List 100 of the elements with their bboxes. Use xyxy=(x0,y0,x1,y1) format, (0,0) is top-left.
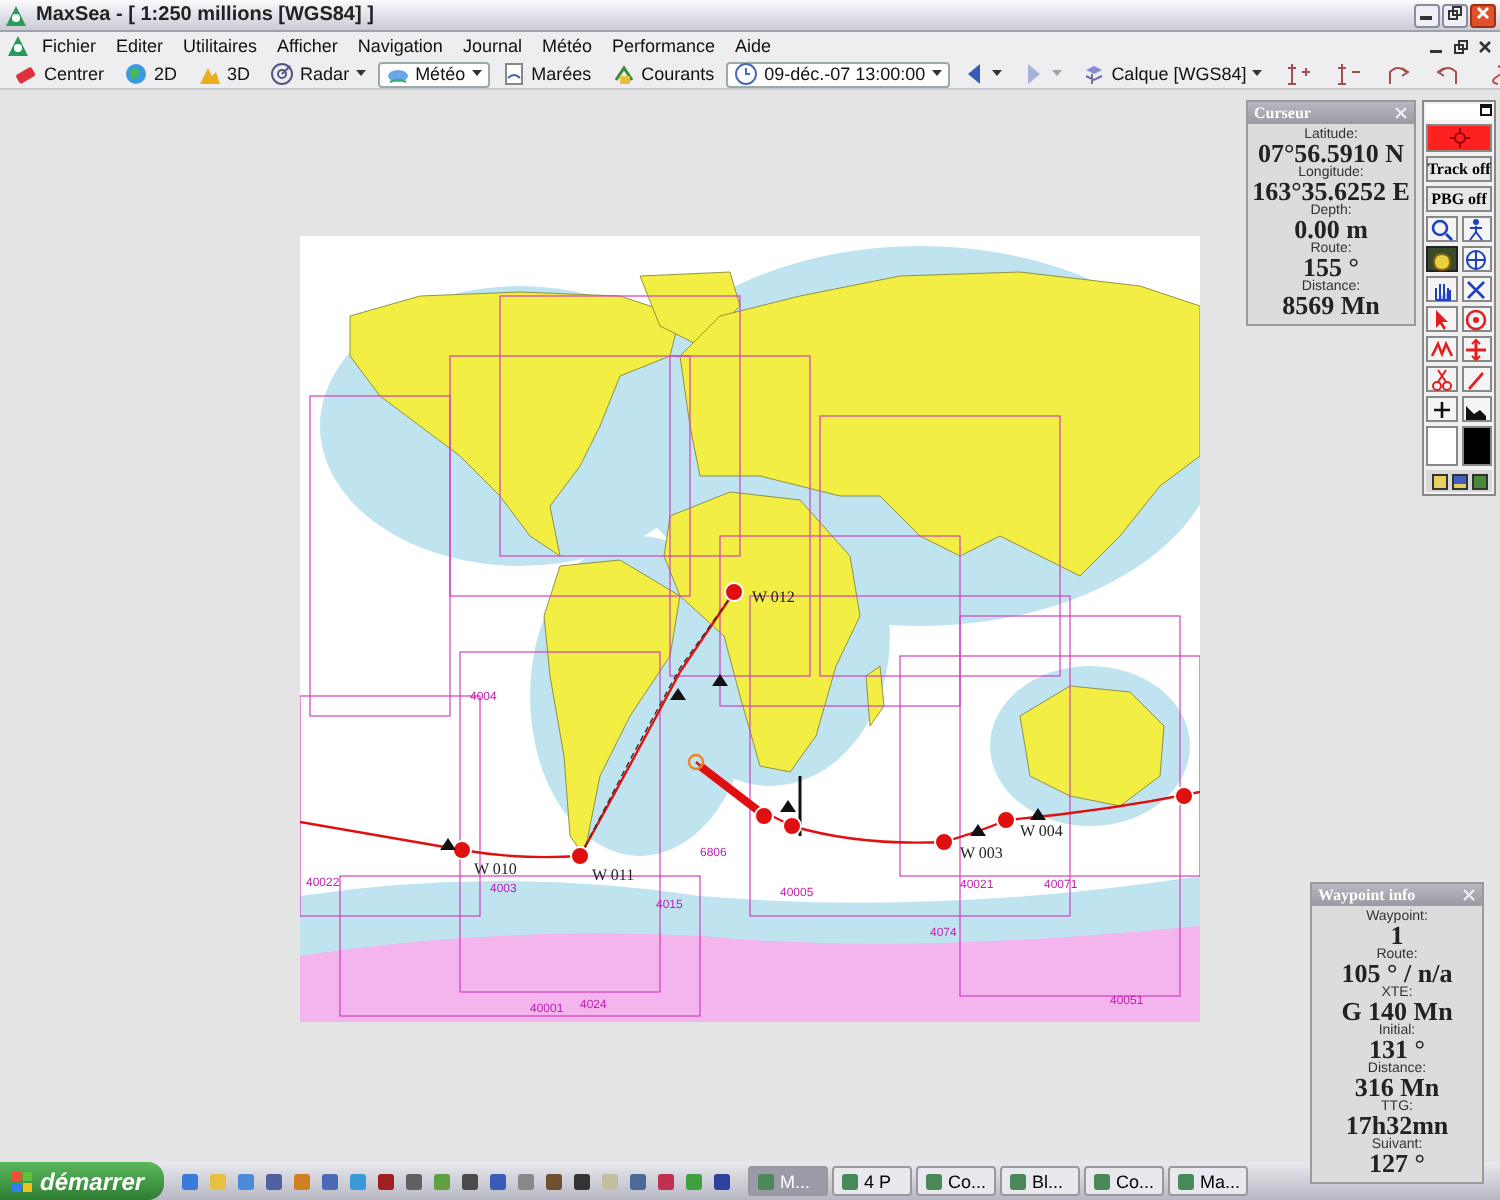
waypoint-label: W 010 xyxy=(474,860,517,878)
taskbar-button[interactable]: Co... xyxy=(1084,1166,1165,1196)
menu-item[interactable]: Journal xyxy=(454,36,530,56)
route-tool-icon xyxy=(1436,62,1461,86)
panel-toggle-button[interactable] xyxy=(1430,472,1448,490)
close-icon xyxy=(1394,106,1408,120)
panel-toggle-button[interactable] xyxy=(1450,472,1468,490)
menu-item[interactable]: Utilitaires xyxy=(175,36,266,56)
waypoint-label: W 003 xyxy=(960,844,1003,862)
plus-icon xyxy=(1429,397,1454,421)
restore-button[interactable] xyxy=(1442,3,1468,27)
currents-button[interactable]: Courants xyxy=(603,61,723,87)
caret-icon xyxy=(1252,70,1263,78)
restore-icon xyxy=(1453,39,1467,53)
app-icon xyxy=(292,1171,313,1191)
3d-view-button[interactable]: 3D xyxy=(189,61,259,87)
taskbar-button[interactable]: Ma... xyxy=(1168,1166,1249,1196)
quick-launch-button[interactable] xyxy=(404,1171,425,1191)
caret-icon xyxy=(471,70,482,78)
close-icon xyxy=(1477,39,1491,53)
menu-item[interactable]: Editer xyxy=(108,36,172,56)
taskbar-button[interactable]: 4 P xyxy=(832,1166,913,1196)
app-icon xyxy=(572,1171,593,1191)
move-icon xyxy=(1464,337,1489,361)
tool-button[interactable] xyxy=(1426,276,1457,302)
close-document-button[interactable] xyxy=(1474,37,1494,55)
quick-launch-button[interactable] xyxy=(544,1171,565,1191)
route-tool-icon xyxy=(1386,62,1411,86)
app-icon xyxy=(404,1171,425,1191)
menu-item[interactable]: Météo xyxy=(533,36,600,56)
field-value: 131 ° xyxy=(1369,1038,1425,1062)
field-value: 105 ° / n/a xyxy=(1341,962,1453,986)
2d-view-button[interactable]: 2D xyxy=(116,61,186,87)
app-icon xyxy=(460,1171,481,1191)
panel-toggle-button[interactable] xyxy=(1470,472,1488,490)
app-icon xyxy=(1176,1171,1197,1191)
menu-item[interactable]: Afficher xyxy=(269,36,346,56)
restore-document-button[interactable] xyxy=(1450,37,1470,55)
close-icon xyxy=(1462,888,1476,902)
crosshair-icon xyxy=(1464,247,1489,271)
tool-button[interactable] xyxy=(1426,246,1457,272)
taskbar-button[interactable]: Co... xyxy=(916,1166,997,1196)
panel-icon xyxy=(1451,473,1467,489)
quick-launch-button[interactable] xyxy=(572,1171,593,1191)
field-value: G 140 Mn xyxy=(1341,1000,1453,1024)
quick-launch-button[interactable] xyxy=(488,1171,509,1191)
window-title: MaxSea - [ 1:250 millions [WGS84] ] xyxy=(36,4,376,26)
tides-button[interactable]: Marées xyxy=(493,61,600,87)
minimize-button[interactable] xyxy=(1414,3,1440,27)
center-button[interactable]: Centrer xyxy=(6,61,113,87)
date-time-dropdown[interactable]: 09-déc.-07 13:00:00 xyxy=(726,61,950,87)
menu-item[interactable]: Performance xyxy=(603,36,724,56)
field-value: 127 ° xyxy=(1369,1152,1425,1176)
app-icon xyxy=(432,1171,453,1191)
colour-swatch[interactable] xyxy=(1426,426,1457,466)
weather-dropdown[interactable]: Météo xyxy=(377,61,490,87)
waypoint-label: W 012 xyxy=(752,588,795,606)
app-icon xyxy=(756,1171,777,1191)
tool-button[interactable] xyxy=(1426,396,1457,422)
tool-button[interactable] xyxy=(1461,276,1492,302)
quick-launch-button[interactable] xyxy=(376,1171,397,1191)
field-value: 1 xyxy=(1390,924,1404,948)
tool-button[interactable] xyxy=(1461,396,1492,422)
track-button[interactable]: Track off xyxy=(1426,156,1492,182)
quick-launch-button[interactable] xyxy=(460,1171,481,1191)
layer-dropdown[interactable]: Calque [WGS84] xyxy=(1073,61,1271,87)
quick-launch-button[interactable] xyxy=(264,1171,285,1191)
app-icon xyxy=(544,1171,565,1191)
close-button[interactable] xyxy=(1470,3,1496,27)
menu-item[interactable]: Fichier xyxy=(34,36,105,56)
scribble-icon xyxy=(1429,337,1454,361)
radar-dropdown[interactable]: Radar xyxy=(262,61,374,87)
clock-icon xyxy=(734,62,759,86)
app-logo-icon xyxy=(6,34,30,58)
tool-button[interactable] xyxy=(1461,246,1492,272)
colour-swatch[interactable] xyxy=(1461,426,1492,466)
menu-item[interactable]: Aide xyxy=(727,36,780,56)
app-icon xyxy=(924,1171,945,1191)
quick-launch-button[interactable] xyxy=(712,1171,733,1191)
taskbar-button[interactable]: Bl... xyxy=(1000,1166,1081,1196)
caret-icon xyxy=(931,70,942,78)
start-button[interactable]: démarrer xyxy=(0,1162,165,1200)
app-logo-icon xyxy=(4,3,28,27)
tool-button[interactable] xyxy=(1426,216,1457,242)
caret-icon xyxy=(1051,70,1062,78)
record-button[interactable] xyxy=(1426,124,1492,152)
pencil-icon xyxy=(1464,367,1489,391)
quick-launch-button[interactable] xyxy=(628,1171,649,1191)
app-icon xyxy=(208,1171,229,1191)
panel-icon xyxy=(1471,473,1487,489)
caret-icon xyxy=(355,70,366,78)
pbg-button[interactable]: PBG off xyxy=(1426,186,1492,212)
app-icon xyxy=(180,1171,201,1191)
restore-icon xyxy=(1448,6,1462,20)
close-icon xyxy=(1476,6,1490,20)
field-value: 17h32mn xyxy=(1345,1114,1449,1138)
tool-button[interactable] xyxy=(1461,216,1492,242)
menu-item[interactable]: Navigation xyxy=(349,36,451,56)
app-icon xyxy=(376,1171,397,1191)
quick-launch-button[interactable] xyxy=(656,1171,677,1191)
